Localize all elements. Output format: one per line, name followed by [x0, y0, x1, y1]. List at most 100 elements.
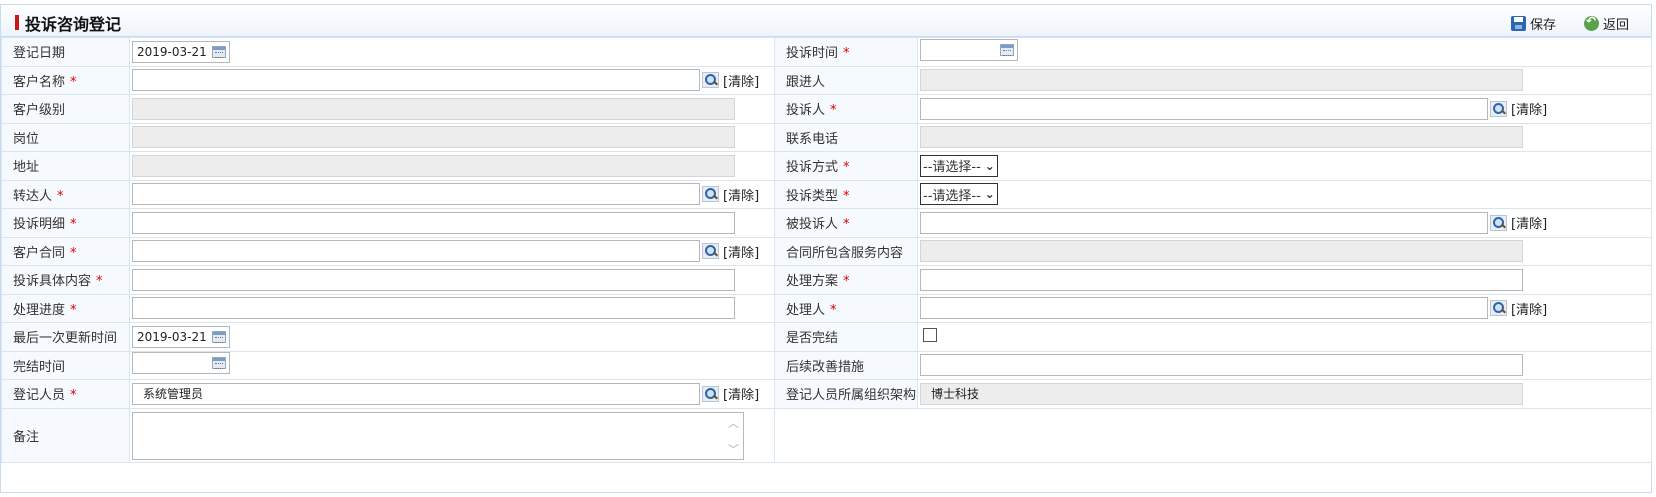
form-row: 地址 投诉方式 * --请选择-- ⌄ [1, 151, 1652, 181]
title-marker [15, 15, 19, 30]
form-table: 登记日期 2019-03-21 投诉时间 * 客户名称 * [清除] 跟进人 客户级… [1, 37, 1652, 463]
transferrer-input[interactable] [132, 183, 700, 206]
form-row: 客户名称 * [清除] 跟进人 [1, 65, 1652, 95]
search-icon[interactable] [702, 243, 719, 260]
complaint-time-input[interactable] [920, 38, 1018, 61]
address-label: 地址 [1, 151, 130, 181]
customer-name-label: 客户名称 * [1, 65, 130, 95]
registrar-input[interactable]: 系统管理员 [132, 382, 700, 405]
position-label: 岗位 [1, 122, 130, 152]
clear-button[interactable]: [清除] [1511, 299, 1547, 318]
title-bar: 投诉咨询登记 保存 返回 [1, 5, 1651, 37]
back-icon [1584, 14, 1599, 31]
calendar-icon[interactable] [212, 330, 226, 343]
remarks-textarea[interactable]: ︿ ﹀ [132, 411, 744, 460]
customer-contract-input[interactable] [132, 240, 700, 263]
transferrer-label: 转达人 * [1, 179, 130, 209]
completion-time-label: 完结时间 [1, 350, 130, 380]
clear-button[interactable]: [清除] [1511, 213, 1547, 232]
clear-button[interactable]: [清除] [723, 71, 759, 90]
calendar-icon[interactable] [212, 357, 226, 370]
save-icon [1511, 16, 1526, 31]
last-update-input[interactable]: 2019-03-21 [132, 325, 230, 348]
complained-person-label: 被投诉人 * [774, 208, 918, 238]
improvement-input[interactable] [920, 354, 1523, 377]
improvement-label: 后续改善措施 [774, 350, 918, 380]
complaint-registration-panel: 投诉咨询登记 保存 返回 登记日期 2019-03-21 投诉时间* 客户名称*… [0, 4, 1652, 493]
form-row: 登记人员 * 系统管理员 [清除] 登记人员所属组织架构 博士科技 [1, 379, 1652, 409]
clear-button[interactable]: [清除] [1511, 99, 1547, 118]
complaint-type-label: 投诉类型 * [774, 179, 918, 209]
form-row: 备注 ︿ ﹀ [1, 407, 1652, 463]
search-icon[interactable] [1490, 300, 1507, 317]
complaint-content-label: 投诉具体内容 * [1, 265, 130, 295]
form-row: 转达人 * [清除] 投诉类型 * --请选择-- ⌄ [1, 179, 1652, 209]
complainant-input[interactable] [920, 97, 1488, 120]
form-row: 最后一次更新时间 2019-03-21 是否完结 [1, 322, 1652, 352]
complaint-detail-label: 投诉明细 * [1, 208, 130, 238]
solution-input[interactable] [920, 268, 1523, 291]
position-input [132, 126, 735, 149]
handler-label: 处理人 * [774, 293, 918, 323]
phone-label: 联系电话 [774, 122, 918, 152]
form-row: 处理进度 * 处理人 * [清除] [1, 293, 1652, 323]
clear-button[interactable]: [清除] [723, 185, 759, 204]
form-row: 投诉明细 * 被投诉人 * [清除] [1, 208, 1652, 238]
complaint-time-label: 投诉时间 * [774, 37, 918, 67]
customer-level-input [132, 97, 735, 120]
complaint-type-select[interactable]: --请选择-- ⌄ [920, 183, 998, 206]
customer-contract-label: 客户合同 * [1, 236, 130, 266]
address-input [132, 154, 735, 177]
calendar-icon[interactable] [212, 45, 226, 58]
scroll-up-icon[interactable]: ︿ [728, 415, 739, 431]
form-row: 登记日期 2019-03-21 投诉时间 * [1, 37, 1652, 67]
registrar-org-label: 登记人员所属组织架构 [774, 379, 918, 409]
solution-label: 处理方案 * [774, 265, 918, 295]
chevron-down-icon: ⌄ [984, 187, 995, 202]
search-icon[interactable] [702, 385, 719, 402]
complaint-method-select[interactable]: --请选择-- ⌄ [920, 154, 998, 177]
clear-button[interactable]: [清除] [723, 384, 759, 403]
clear-button[interactable]: [清除] [723, 242, 759, 261]
form-row: 完结时间 后续改善措施 [1, 350, 1652, 380]
complained-person-input[interactable] [920, 211, 1488, 234]
complaint-detail-input[interactable] [132, 211, 735, 234]
search-icon[interactable] [1490, 214, 1507, 231]
is-completed-label: 是否完结 [774, 322, 918, 352]
form-row: 客户合同 * [清除] 合同所包含服务内容 [1, 236, 1652, 266]
save-label: 保存 [1530, 18, 1557, 33]
reg-date-label: 登记日期 [1, 37, 130, 67]
complaint-method-label: 投诉方式 * [774, 151, 918, 181]
customer-level-label: 客户级别 [1, 94, 130, 124]
completion-time-input[interactable] [132, 352, 230, 375]
empty-cell [774, 407, 1652, 463]
contract-services-label: 合同所包含服务内容 [774, 236, 918, 266]
follower-input [920, 69, 1523, 92]
complainant-label: 投诉人 * [774, 94, 918, 124]
complaint-content-input[interactable] [132, 268, 735, 291]
chevron-down-icon: ⌄ [984, 158, 995, 173]
page-title: 投诉咨询登记 [25, 15, 122, 34]
save-button[interactable]: 保存 [1511, 14, 1556, 33]
search-icon[interactable] [1490, 100, 1507, 117]
search-icon[interactable] [702, 72, 719, 89]
back-button[interactable]: 返回 [1584, 14, 1629, 33]
form-row: 客户级别 投诉人 * [清除] [1, 94, 1652, 124]
scroll-down-icon[interactable]: ﹀ [728, 441, 739, 457]
search-icon[interactable] [702, 186, 719, 203]
handler-input[interactable] [920, 297, 1488, 320]
progress-label: 处理进度 * [1, 293, 130, 323]
reg-date-input[interactable]: 2019-03-21 [132, 40, 230, 63]
last-update-label: 最后一次更新时间 [1, 322, 130, 352]
contract-services-input [920, 240, 1523, 263]
form-row: 岗位 联系电话 [1, 122, 1652, 152]
is-completed-checkbox[interactable] [923, 327, 937, 342]
form-row: 投诉具体内容 * 处理方案 * [1, 265, 1652, 295]
remarks-label: 备注 [1, 407, 130, 463]
progress-input[interactable] [132, 297, 735, 320]
phone-input [920, 126, 1523, 149]
customer-name-input[interactable] [132, 69, 700, 92]
calendar-icon[interactable] [1000, 43, 1014, 56]
follower-label: 跟进人 [774, 65, 918, 95]
registrar-org-input: 博士科技 [920, 382, 1523, 405]
